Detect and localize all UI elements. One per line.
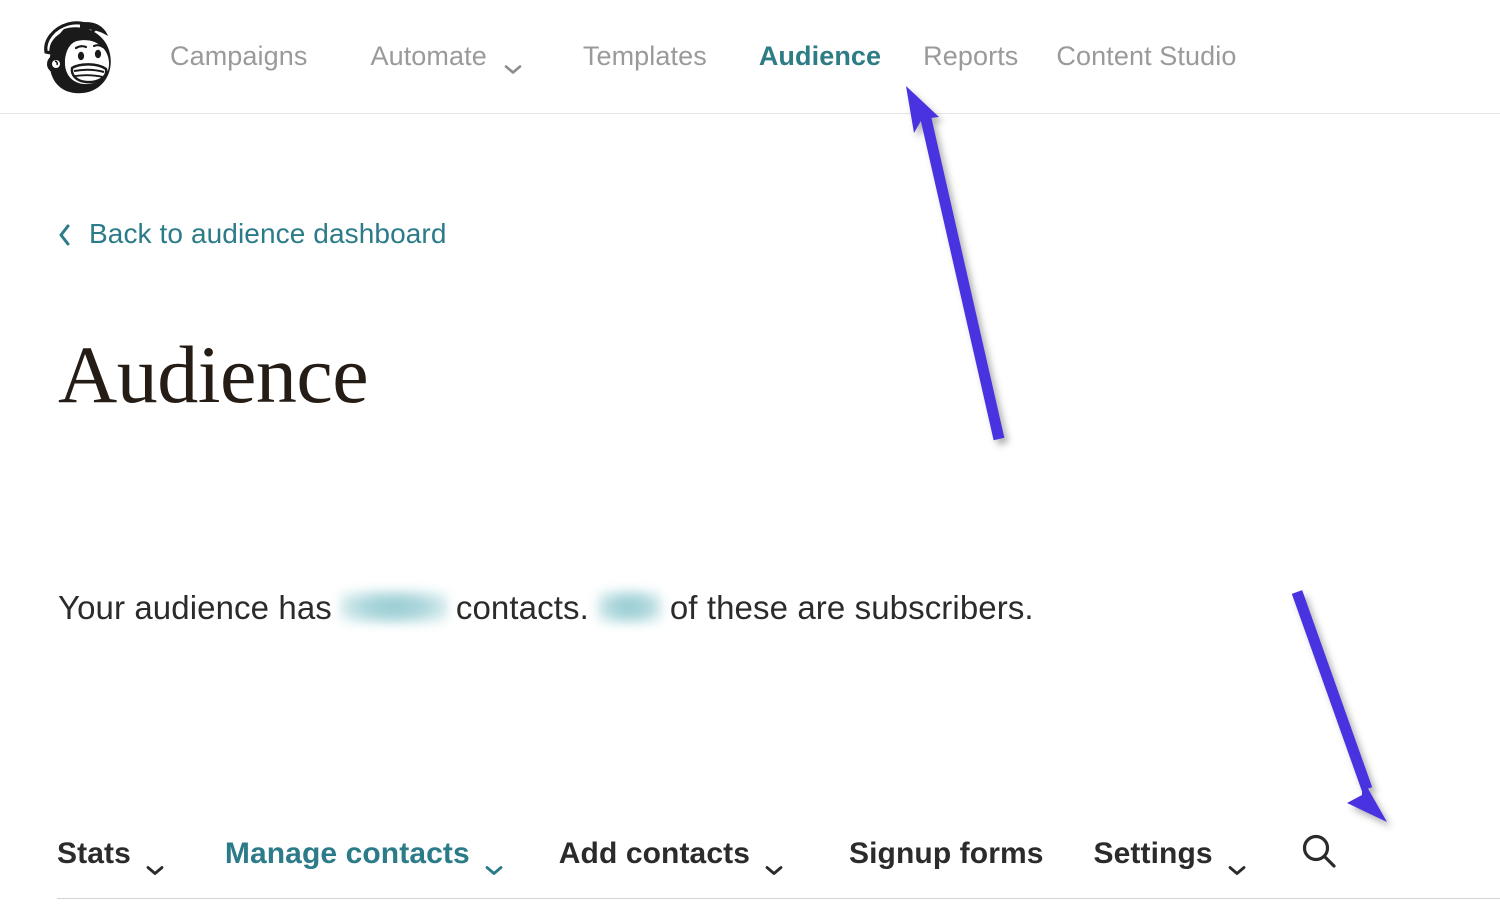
nav-item-label: Templates (583, 41, 707, 72)
redacted-contacts-count (340, 590, 448, 624)
toolbar-item-signup-forms[interactable]: Signup forms (849, 837, 1044, 871)
chevron-down-icon (764, 851, 784, 864)
toolbar-item-settings[interactable]: Settings (1094, 837, 1247, 871)
mailchimp-freddie-logo[interactable] (28, 12, 128, 104)
chevron-left-icon (57, 222, 73, 246)
page-title: Audience (58, 334, 368, 416)
primary-nav-list: Campaigns Automate Templates Audience Re… (170, 0, 1236, 113)
summary-text-after-subscribers: of these are subscribers. (670, 589, 1034, 627)
toolbar-bottom-divider (57, 898, 1500, 899)
annotation-overlay (0, 0, 1500, 909)
arrow-pointing-to-audience-nav (906, 86, 999, 439)
audience-summary-text: Your audience has contacts. of these are… (58, 585, 1034, 627)
toolbar-item-stats[interactable]: Stats (57, 837, 165, 871)
summary-text-after-count: contacts. (456, 589, 589, 627)
toolbar-item-label: Stats (57, 837, 131, 871)
back-link-label: Back to audience dashboard (89, 218, 447, 250)
search-button[interactable] (1297, 832, 1341, 876)
toolbar-item-add-contacts[interactable]: Add contacts (559, 837, 784, 871)
chevron-down-icon (484, 851, 504, 864)
nav-item-content-studio[interactable]: Content Studio (1056, 41, 1236, 72)
nav-item-label: Audience (759, 41, 881, 72)
chevron-down-icon (1227, 851, 1247, 864)
nav-item-templates[interactable]: Templates (583, 41, 707, 72)
nav-item-label: Campaigns (170, 41, 307, 72)
audience-toolbar: Stats Manage contacts Add contacts Signu… (0, 823, 1500, 885)
nav-item-automate[interactable]: Automate (370, 41, 522, 72)
nav-item-reports[interactable]: Reports (923, 41, 1018, 72)
nav-item-audience[interactable]: Audience (759, 41, 881, 72)
summary-text-before-count: Your audience has (58, 589, 332, 627)
toolbar-item-label: Add contacts (559, 837, 750, 871)
back-to-audience-dashboard-link[interactable]: Back to audience dashboard (57, 218, 447, 250)
toolbar-item-label: Signup forms (849, 837, 1044, 871)
nav-item-label: Content Studio (1056, 41, 1236, 72)
redacted-subscribers-count (597, 590, 662, 624)
arrow-pointing-to-search-icon (1297, 592, 1387, 822)
nav-item-label: Automate (370, 41, 486, 72)
chevron-down-icon (145, 851, 165, 864)
nav-item-campaigns[interactable]: Campaigns (170, 41, 307, 72)
toolbar-item-label: Settings (1094, 837, 1213, 871)
search-icon (1297, 830, 1341, 879)
chevron-down-icon (503, 52, 523, 65)
toolbar-item-manage-contacts[interactable]: Manage contacts (225, 837, 504, 871)
top-navigation-bar: Campaigns Automate Templates Audience Re… (0, 0, 1500, 114)
nav-item-label: Reports (923, 41, 1018, 72)
toolbar-item-label: Manage contacts (225, 837, 470, 871)
